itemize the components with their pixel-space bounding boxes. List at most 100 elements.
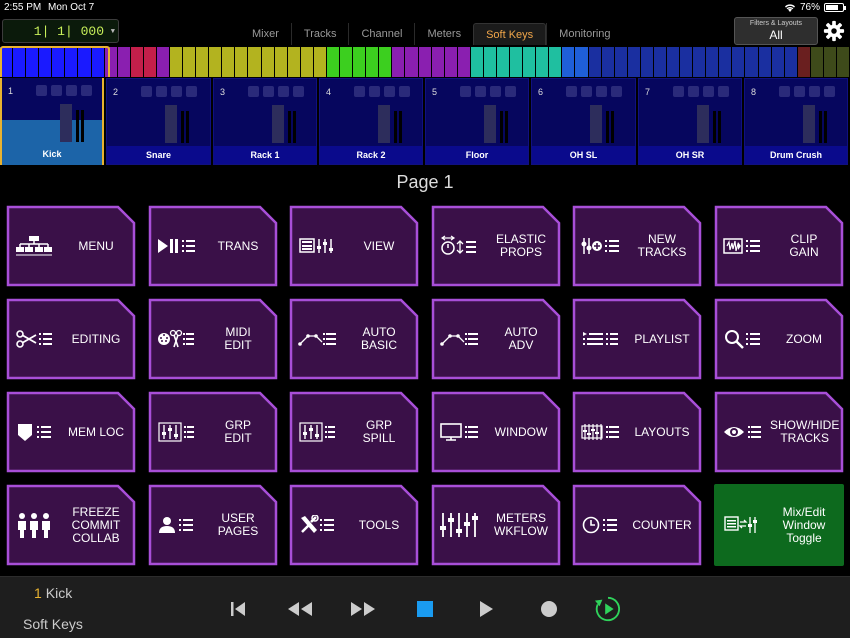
channel-button[interactable] [51,85,62,96]
softkey-grp-spill[interactable]: GRP SPILL [289,391,419,473]
softkey-user-pages[interactable]: USER PAGES [148,484,278,566]
stop-button[interactable] [411,595,439,623]
track-color-cell[interactable] [130,47,143,77]
softkey-grp-edit[interactable]: GRP EDIT [148,391,278,473]
track-color-cell[interactable] [261,47,274,77]
track-color-cell[interactable] [810,47,823,77]
track-color-cell[interactable] [562,47,575,77]
track-color-cell[interactable] [719,47,732,77]
track-color-cell[interactable] [706,47,719,77]
track-color-cell[interactable] [287,47,300,77]
channel-strip[interactable]: 2 Snare [106,78,211,165]
channel-button[interactable] [66,85,77,96]
channel-strip[interactable]: 8 Drum Crush [744,78,848,165]
track-color-cell[interactable] [732,47,745,77]
track-color-cell[interactable] [170,47,183,77]
track-color-cell[interactable] [366,47,379,77]
channel-button[interactable] [399,86,410,97]
channel-button[interactable] [794,86,805,97]
fader[interactable] [590,105,602,143]
track-color-cell[interactable] [392,47,405,77]
track-color-cell[interactable] [91,47,104,77]
channel-button[interactable] [278,86,289,97]
track-color-cell[interactable] [496,47,510,77]
softkey-window[interactable]: WINDOW [431,391,561,473]
softkey-menu[interactable]: MENU [6,205,136,287]
channel-button[interactable] [156,86,167,97]
channel-button[interactable] [673,86,684,97]
track-color-cell[interactable] [575,47,588,77]
track-color-cell[interactable] [300,47,313,77]
softkey-meters-wkflow[interactable]: METERS WKFLOW [431,484,561,566]
tab-tracks[interactable]: Tracks [290,23,349,45]
track-color-cell[interactable] [326,47,340,77]
track-color-cell[interactable] [143,47,156,77]
track-color-cell[interactable] [483,47,496,77]
channel-strip[interactable]: 3 Rack 1 [213,78,317,165]
softkey-elastic-props[interactable]: ELASTIC PROPS [431,205,561,287]
channel-button[interactable] [505,86,516,97]
channel-button[interactable] [824,86,835,97]
track-color-cell[interactable] [523,47,536,77]
channel-button[interactable] [688,86,699,97]
track-color-cell[interactable] [797,47,810,77]
softkey-auto-basic[interactable]: AUTO BASIC [289,298,419,380]
channel-button[interactable] [475,86,486,97]
track-color-cell[interactable] [837,47,850,77]
softkey-view[interactable]: VIEW [289,205,419,287]
channel-strip[interactable]: 1 Kick [0,78,104,165]
fader[interactable] [803,105,815,143]
channel-button[interactable] [263,86,274,97]
track-color-cell[interactable] [248,47,261,77]
track-color-cell[interactable] [353,47,366,77]
track-color-cell[interactable] [183,47,196,77]
track-color-cell[interactable] [340,47,353,77]
fader[interactable] [484,105,496,143]
track-color-cell[interactable] [274,47,287,77]
track-color-cell[interactable] [13,47,26,77]
softkey-midi-edit[interactable]: MIDI EDIT [148,298,278,380]
track-color-cell[interactable] [26,47,39,77]
fader[interactable] [697,105,709,143]
track-color-cell[interactable] [431,47,444,77]
track-color-cell[interactable] [418,47,431,77]
track-color-cell[interactable] [379,47,392,77]
channel-button[interactable] [248,86,259,97]
channel-button[interactable] [354,86,365,97]
tab-soft-keys[interactable]: Soft Keys [473,23,547,45]
channel-button[interactable] [566,86,577,97]
track-color-cell[interactable] [0,47,13,77]
track-color-cell[interactable] [771,47,784,77]
fader[interactable] [272,105,284,143]
channel-button[interactable] [293,86,304,97]
track-color-strip[interactable] [0,46,850,77]
track-color-cell[interactable] [640,47,653,77]
track-color-cell[interactable] [549,47,562,77]
channel-button[interactable] [611,86,622,97]
softkey-auto-adv[interactable]: AUTO ADV [431,298,561,380]
softkey-playlist[interactable]: PLAYLIST [572,298,702,380]
channel-button[interactable] [779,86,790,97]
track-color-cell[interactable] [104,47,117,77]
track-color-cell[interactable] [745,47,758,77]
track-color-cell[interactable] [470,47,483,77]
track-color-cell[interactable] [222,47,235,77]
track-color-cell[interactable] [510,47,523,77]
track-color-cell[interactable] [680,47,693,77]
fader[interactable] [378,105,390,143]
channel-button[interactable] [718,86,729,97]
track-color-cell[interactable] [235,47,248,77]
track-color-cell[interactable] [78,47,91,77]
channel-strip[interactable]: 6 OH SL [531,78,636,165]
channel-strip[interactable]: 7 OH SR [638,78,742,165]
softkey-mix-edit-window-toggle[interactable]: Mix/Edit Window Toggle [714,484,844,566]
softkey-layouts[interactable]: LAYOUTS [572,391,702,473]
track-color-cell[interactable] [444,47,457,77]
channel-button[interactable] [581,86,592,97]
track-color-cell[interactable] [758,47,771,77]
filters-layouts-button[interactable]: Filters & Layouts All [734,17,818,45]
channel-button[interactable] [460,86,471,97]
track-color-cell[interactable] [536,47,549,77]
channel-button[interactable] [490,86,501,97]
track-color-cell[interactable] [405,47,418,77]
